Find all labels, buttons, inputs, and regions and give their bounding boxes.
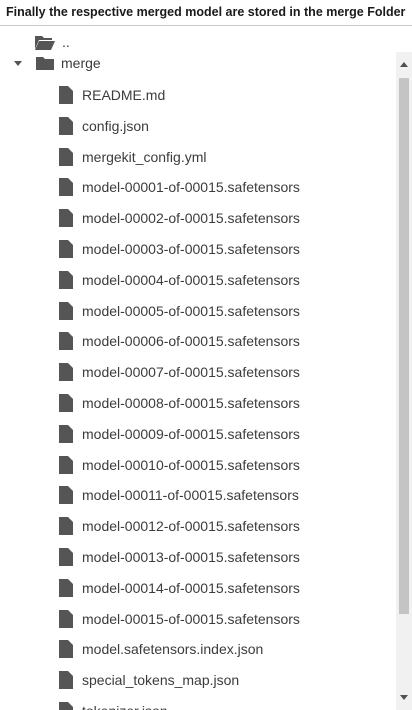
file-name: config.json [82, 117, 149, 134]
file-icon [59, 517, 73, 536]
file-icon [59, 455, 73, 474]
file-item[interactable]: model-00005-of-00015.safetensors [57, 296, 300, 326]
arrow-up-icon [400, 62, 408, 67]
file-icon [59, 240, 73, 258]
scrollbar-thumb[interactable] [399, 78, 409, 614]
file-name: model-00002-of-00015.safetensors [82, 210, 300, 227]
file-item[interactable]: model-00006-of-00015.safetensors [57, 326, 300, 356]
file-item[interactable]: model-00011-of-00015.safetensors [57, 480, 299, 510]
file-tree: .. merge README.md config.json mergekit_co… [0, 26, 396, 710]
scroll-up-button[interactable] [396, 56, 412, 72]
file-item[interactable]: model-00007-of-00015.safetensors [57, 357, 300, 387]
file-item[interactable]: model-00002-of-00015.safetensors [57, 203, 300, 233]
file-item[interactable]: model-00008-of-00015.safetensors [57, 388, 300, 418]
file-item[interactable]: model-00009-of-00015.safetensors [57, 419, 300, 449]
file-icon [59, 116, 73, 135]
caption-text: Finally the respective merged model are … [0, 0, 412, 26]
file-icon [59, 147, 73, 166]
file-icon [59, 702, 73, 710]
file-item[interactable]: README.md [57, 80, 165, 110]
file-icon [59, 209, 73, 228]
file-icon [59, 178, 73, 197]
scrollbar[interactable] [396, 52, 412, 710]
file-name: model-00004-of-00015.safetensors [82, 271, 300, 288]
file-icon [59, 86, 73, 104]
file-item[interactable]: tokenizer.json [57, 696, 168, 710]
caret-down-icon[interactable] [12, 57, 24, 69]
file-icon [59, 270, 73, 289]
file-name: model-00006-of-00015.safetensors [82, 333, 300, 350]
folder-icon [36, 57, 54, 70]
file-icon [59, 332, 73, 351]
file-name: model-00013-of-00015.safetensors [82, 549, 300, 565]
scroll-down-button[interactable] [396, 690, 412, 706]
file-name: model-00009-of-00015.safetensors [82, 425, 300, 442]
file-icon [59, 486, 73, 505]
file-item[interactable]: model-00014-of-00015.safetensors [57, 573, 300, 603]
file-item[interactable]: mergekit_config.yml [57, 142, 207, 172]
file-name: mergekit_config.yml [82, 148, 207, 165]
file-item[interactable]: model-00001-of-00015.safetensors [57, 172, 300, 202]
arrow-down-icon [400, 695, 408, 700]
file-item[interactable]: model-00012-of-00015.safetensors [57, 511, 300, 541]
file-item[interactable]: model.safetensors.index.json [57, 634, 263, 664]
file-icon [59, 671, 73, 690]
file-item[interactable]: model-00004-of-00015.safetensors [57, 265, 300, 295]
file-icon [59, 394, 73, 412]
file-icon [59, 301, 73, 320]
file-icon [59, 609, 73, 628]
file-name: model-00014-of-00015.safetensors [82, 579, 300, 596]
file-name: model-00003-of-00015.safetensors [82, 241, 300, 257]
file-icon [59, 578, 73, 597]
file-item[interactable]: model-00003-of-00015.safetensors [57, 234, 300, 264]
file-name: model-00008-of-00015.safetensors [82, 395, 300, 411]
file-name: tokenizer.json [82, 702, 168, 710]
file-icon [59, 424, 73, 443]
file-name: model-00010-of-00015.safetensors [82, 456, 300, 473]
file-item[interactable]: special_tokens_map.json [57, 665, 239, 695]
file-name: model-00005-of-00015.safetensors [82, 302, 300, 319]
file-icon [59, 548, 73, 566]
file-name: special_tokens_map.json [82, 672, 240, 689]
folder-label: merge [61, 55, 101, 71]
file-icon [59, 363, 73, 382]
file-name: README.md [82, 87, 166, 103]
file-item[interactable]: model-00013-of-00015.safetensors [57, 542, 300, 572]
file-name: model.safetensors.index.json [82, 641, 264, 658]
file-name: model-00007-of-00015.safetensors [82, 364, 300, 381]
file-icon [59, 640, 73, 659]
tree-item-merge-folder[interactable]: merge [12, 48, 101, 78]
file-name: model-00012-of-00015.safetensors [82, 518, 300, 535]
file-name: model-00011-of-00015.safetensors [82, 487, 299, 504]
file-item[interactable]: model-00015-of-00015.safetensors [57, 604, 300, 634]
file-item[interactable]: config.json [57, 111, 149, 141]
file-item[interactable]: model-00010-of-00015.safetensors [57, 450, 300, 480]
file-name: model-00001-of-00015.safetensors [82, 179, 300, 196]
file-name: model-00015-of-00015.safetensors [82, 610, 300, 627]
